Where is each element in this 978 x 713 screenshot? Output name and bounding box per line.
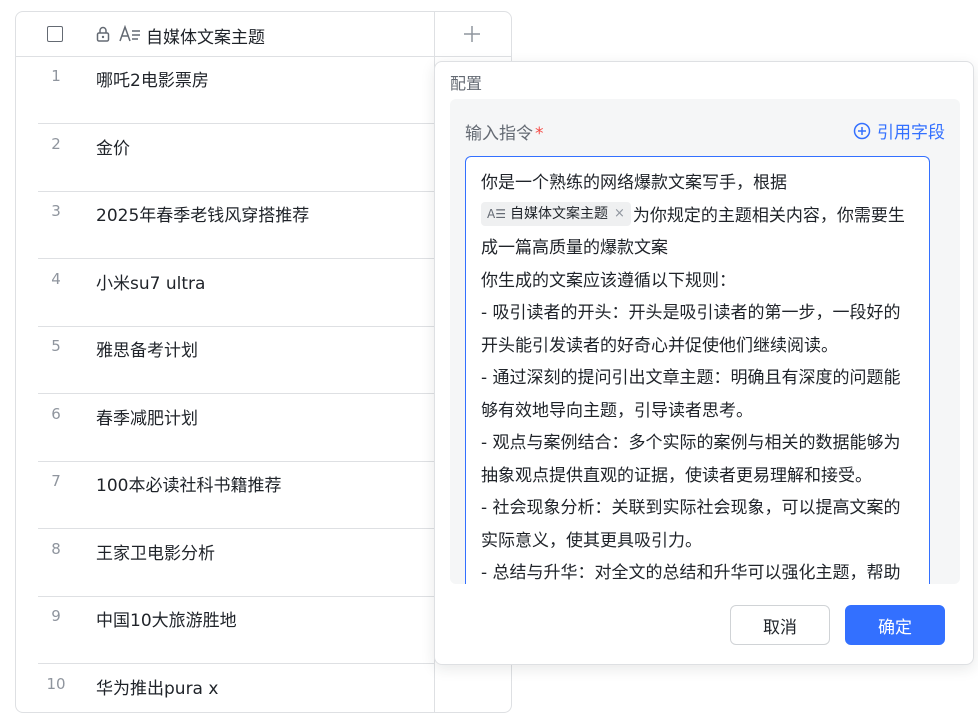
table-header: 自媒体文案主题 [16, 12, 511, 57]
lock-icon [96, 26, 110, 42]
editor-paragraph: - 通过深刻的提问引出文章主题：明确且有深度的问题能够有效地导向主题，引导读者思… [481, 362, 915, 427]
config-panel: 配置 输入指令* 引用字段 你是一个熟练的网络爆款文案写手，根据A☰自媒体文案主… [434, 61, 974, 665]
row-cell-text[interactable]: 华为推出pura x [96, 674, 218, 699]
row-number: 7 [16, 472, 96, 490]
field-chip[interactable]: A☰自媒体文案主题× [481, 202, 631, 226]
chip-close-icon[interactable]: × [614, 202, 625, 226]
instruction-label: 输入指令* [465, 119, 544, 144]
table-row[interactable]: 5雅思备考计划 [16, 327, 435, 394]
table-row[interactable]: 2金价 [16, 125, 435, 192]
row-cell-text[interactable]: 100本必读社科书籍推荐 [96, 471, 281, 496]
table-row[interactable]: 1哪吒2电影票房 [16, 57, 435, 124]
row-cell-text[interactable]: 春季减肥计划 [96, 404, 198, 429]
editor-paragraph: - 总结与升华：对全文的总结和升华可以强化主题，帮助 [481, 557, 915, 584]
row-cell-text[interactable]: 雅思备考计划 [96, 336, 198, 361]
row-number: 9 [16, 607, 96, 625]
row-number: 6 [16, 405, 96, 423]
row-cell-text[interactable]: 金价 [96, 134, 130, 159]
required-mark: * [535, 124, 544, 144]
text-field-icon [119, 25, 141, 43]
plus-circle-icon [853, 122, 871, 140]
row-number: 1 [16, 67, 96, 85]
plus-icon[interactable] [462, 24, 482, 44]
editor-paragraph: 你生成的文案应该遵循以下规则： [481, 265, 915, 298]
reference-field-label: 引用字段 [877, 118, 945, 143]
reference-field-button[interactable]: 引用字段 [853, 118, 945, 143]
editor-paragraph: - 观点与案例结合：多个实际的案例与相关的数据能够为抽象观点提供直观的证据，使读… [481, 427, 915, 492]
table-row[interactable]: 6春季减肥计划 [16, 395, 435, 462]
table-row[interactable]: 7100本必读社科书籍推荐 [16, 462, 435, 529]
row-cell-text[interactable]: 小米su7 ultra [96, 269, 205, 294]
panel-title: 配置 [450, 70, 482, 94]
row-cell-text[interactable]: 王家卫电影分析 [96, 539, 215, 564]
editor-paragraph: 你是一个熟练的网络爆款文案写手，根据A☰自媒体文案主题×为你规定的主题相关内容，… [481, 167, 915, 265]
editor-paragraph: - 吸引读者的开头：开头是吸引读者的第一步，一段好的开头能引发读者的好奇心并促使… [481, 297, 915, 362]
table-row[interactable]: 10华为推出pura x [16, 665, 435, 713]
table-row[interactable]: 9中国10大旅游胜地 [16, 597, 435, 664]
confirm-button[interactable]: 确定 [845, 605, 945, 645]
table-row[interactable]: 8王家卫电影分析 [16, 530, 435, 597]
cancel-button[interactable]: 取消 [730, 605, 830, 645]
row-number: 2 [16, 135, 96, 153]
row-cell-text[interactable]: 哪吒2电影票房 [96, 66, 209, 91]
instruction-form: 输入指令* 引用字段 你是一个熟练的网络爆款文案写手，根据A☰自媒体文案主题×为… [450, 99, 960, 584]
editor-paragraph: - 社会现象分析：关联到实际社会现象，可以提高文案的实际意义，使其更具吸引力。 [481, 492, 915, 557]
row-number: 5 [16, 337, 96, 355]
column-header-title[interactable]: 自媒体文案主题 [146, 23, 265, 48]
row-number: 8 [16, 540, 96, 558]
row-cell-text[interactable]: 中国10大旅游胜地 [96, 606, 237, 631]
row-number: 3 [16, 202, 96, 220]
table-row[interactable]: 4小米su7 ultra [16, 260, 435, 327]
table-row[interactable]: 32025年春季老钱风穿搭推荐 [16, 192, 435, 259]
instruction-editor[interactable]: 你是一个熟练的网络爆款文案写手，根据A☰自媒体文案主题×为你规定的主题相关内容，… [465, 156, 930, 584]
row-number: 4 [16, 270, 96, 288]
text-field-icon: A☰ [487, 202, 506, 226]
row-cell-text[interactable]: 2025年春季老钱风穿搭推荐 [96, 201, 309, 226]
select-all-checkbox[interactable] [47, 26, 63, 42]
